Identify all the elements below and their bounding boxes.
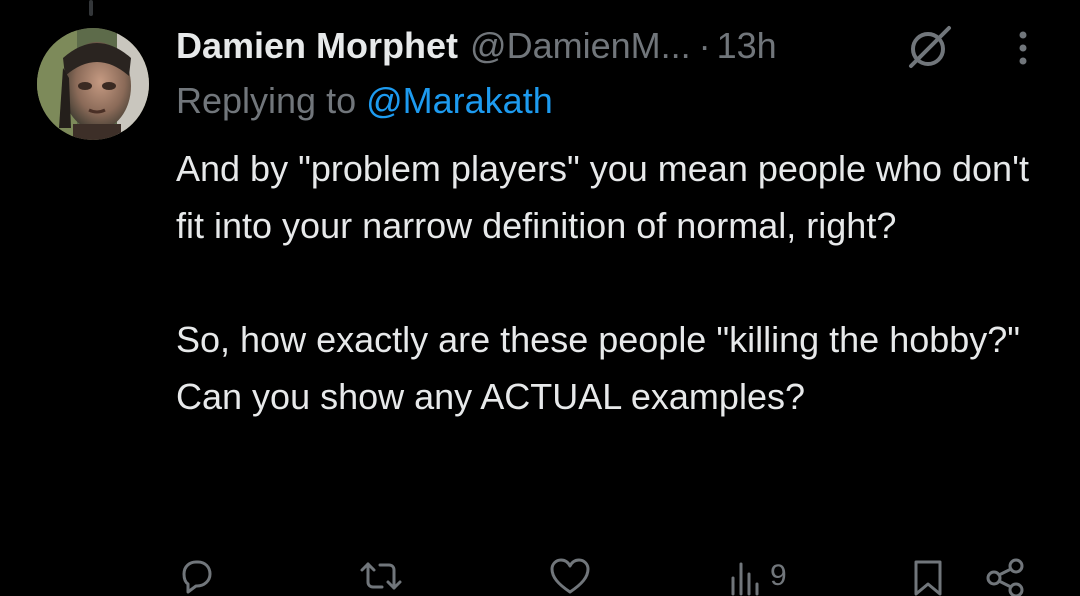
author-handle[interactable]: @DamienM... [470, 25, 691, 67]
bookmark-icon [914, 560, 942, 596]
thread-connector-line [89, 0, 93, 16]
replying-to-label: Replying to [176, 80, 367, 121]
tweet-body: And by "problem players" you mean people… [176, 140, 1056, 425]
views-icon [731, 562, 759, 596]
tweet-action-bar: 9 [0, 556, 1080, 596]
bookmark-button[interactable] [910, 556, 946, 596]
views-button[interactable]: 9 [728, 556, 787, 596]
tweet-paragraph: And by "problem players" you mean people… [176, 148, 1029, 246]
separator-dot: · [698, 25, 711, 66]
replying-to: Replying to @Marakath [176, 80, 553, 122]
tweet-timestamp[interactable]: 13h [717, 25, 777, 67]
reply-button[interactable] [176, 556, 216, 596]
avatar[interactable] [37, 28, 149, 140]
share-icon [986, 558, 1024, 596]
tweet-paragraph: So, how exactly are these people "killin… [176, 319, 1021, 417]
tweet-header: Damien Morphet @DamienM... · 13h [176, 20, 777, 72]
share-button[interactable] [984, 556, 1028, 596]
replying-to-handle-link[interactable]: @Marakath [366, 80, 553, 121]
more-options-icon[interactable] [1008, 28, 1038, 68]
views-count: 9 [770, 559, 787, 592]
profile-photo-icon [37, 28, 149, 140]
heart-icon [550, 558, 590, 594]
like-button[interactable] [548, 556, 592, 596]
author-display-name[interactable]: Damien Morphet [176, 25, 458, 67]
grok-icon[interactable] [903, 22, 957, 72]
retweet-button[interactable] [358, 556, 404, 596]
reply-icon [182, 560, 212, 594]
retweet-icon [360, 562, 402, 590]
